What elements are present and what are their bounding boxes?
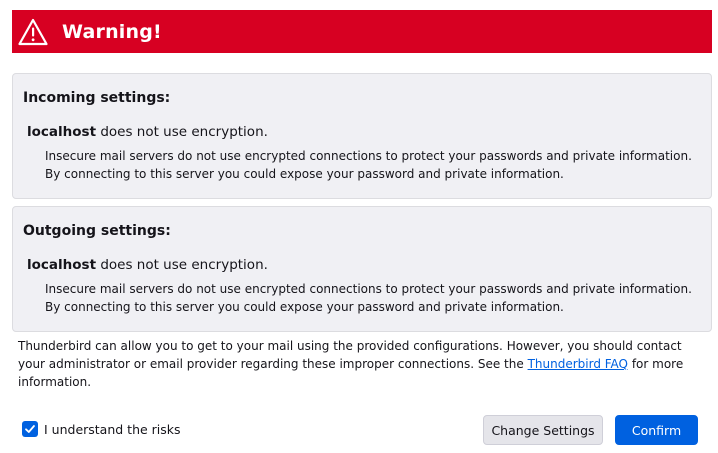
confirm-button[interactable]: Confirm [615,415,698,445]
change-settings-button[interactable]: Change Settings [483,415,603,445]
incoming-encryption-status: localhost does not use encryption. [27,123,701,141]
outgoing-settings-heading: Outgoing settings: [23,223,171,239]
incoming-settings-panel: Incoming settings: localhost does not us… [12,73,712,199]
incoming-description: Insecure mail servers do not use encrypt… [45,149,692,181]
outgoing-settings-panel: Outgoing settings: localhost does not us… [12,206,712,332]
outgoing-host: localhost [27,257,97,273]
warning-triangle-icon [18,18,48,46]
footer-message: Thunderbird can allow you to get to your… [18,337,708,391]
understand-risks-checkbox[interactable] [22,421,38,437]
warning-banner: Warning! [12,10,712,53]
outgoing-encryption-status: localhost does not use encryption. [27,256,701,274]
incoming-status-text: does not use encryption. [96,124,268,140]
incoming-host: localhost [27,124,97,140]
outgoing-description: Insecure mail servers do not use encrypt… [45,282,692,314]
outgoing-status-text: does not use encryption. [96,257,268,273]
understand-risks-label[interactable]: I understand the risks [44,422,181,437]
incoming-settings-heading: Incoming settings: [23,90,171,106]
checkmark-icon [25,425,35,433]
thunderbird-faq-link[interactable]: Thunderbird FAQ [528,357,628,371]
warning-title: Warning! [62,20,162,43]
understand-risks-row[interactable]: I understand the risks [22,421,181,437]
